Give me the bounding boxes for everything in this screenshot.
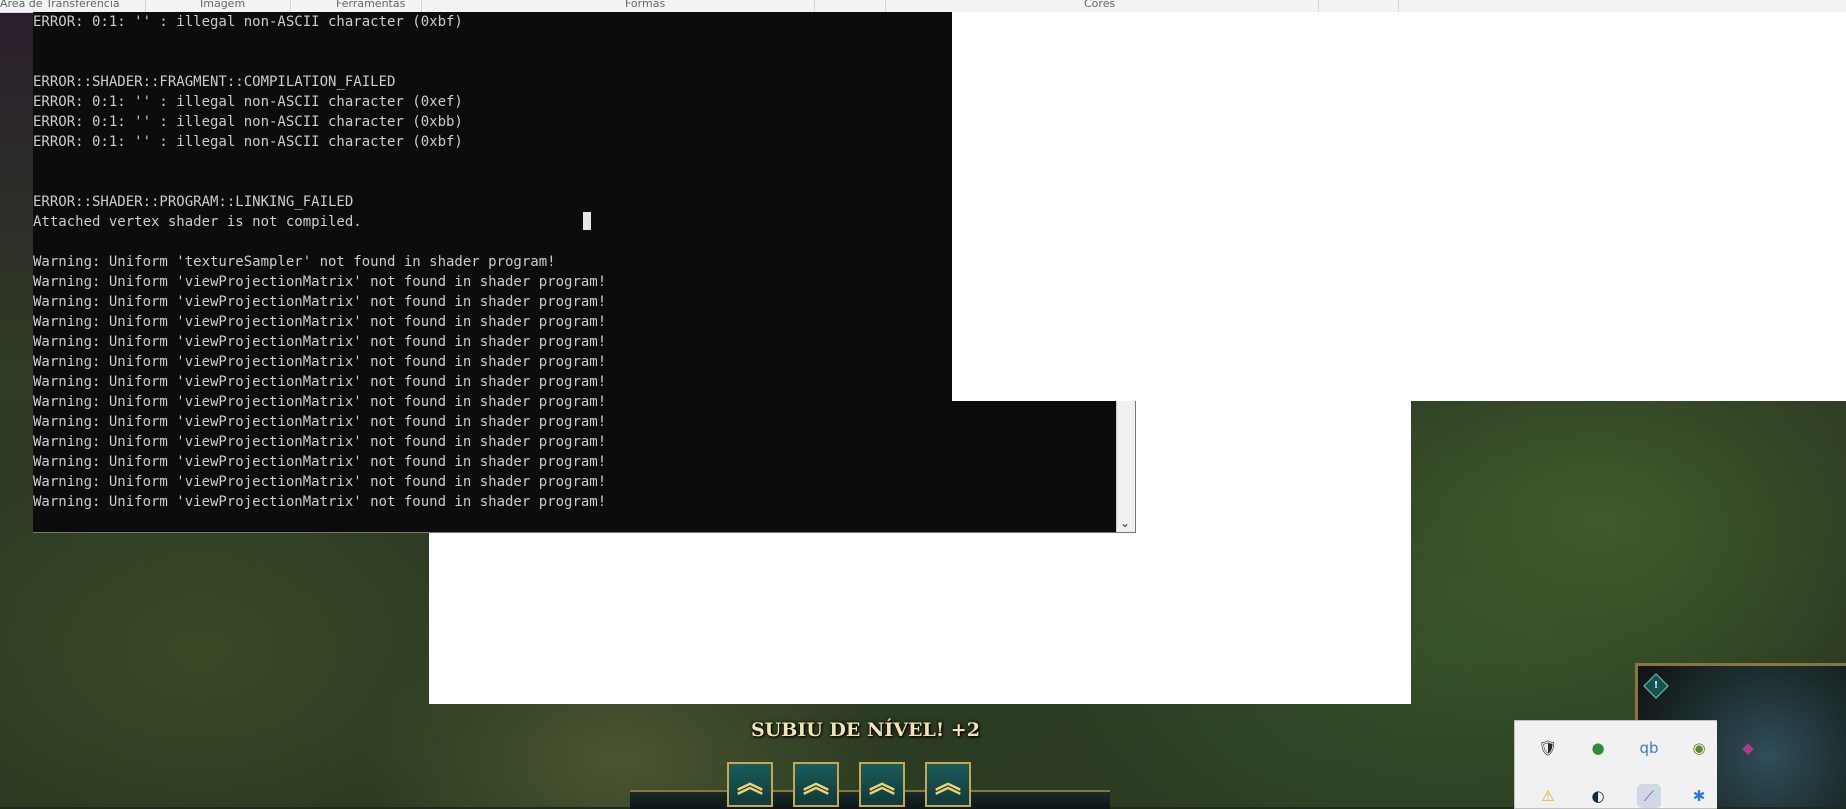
chevron-down-icon[interactable]: ⌄	[1120, 516, 1130, 530]
console-line: Warning: Uniform 'viewProjectionMatrix' …	[33, 474, 607, 490]
console-scrollbar[interactable]: ⌄	[1116, 401, 1135, 532]
ribbon-group-image[interactable]: Imagem	[200, 0, 245, 10]
up-chevron-icon: ︽	[934, 769, 961, 799]
level-up-ability-2-button[interactable]: ︽	[793, 762, 839, 807]
league-client-icon[interactable]: ◆	[1736, 736, 1760, 760]
ribbon-group-tools[interactable]: Ferramentas	[336, 0, 405, 10]
console-line: Warning: Uniform 'viewProjectionMatrix' …	[33, 294, 607, 310]
console-line: Warning: Uniform 'viewProjectionMatrix' …	[33, 334, 607, 350]
console-line: ERROR: 0:1: '' : illegal non-ASCII chara…	[33, 14, 463, 30]
console-line: Warning: Uniform 'viewProjectionMatrix' …	[33, 434, 607, 450]
bluetooth-icon[interactable]: ✱	[1687, 784, 1711, 808]
nvidia-icon[interactable]: ◉	[1687, 736, 1711, 760]
console-line: Warning: Uniform 'viewProjectionMatrix' …	[33, 494, 607, 510]
text-cursor	[583, 212, 591, 230]
paint-canvas[interactable]	[952, 12, 1846, 401]
console-output: ERROR: 0:1: '' : illegal non-ASCII chara…	[33, 12, 606, 512]
console-line: Warning: Uniform 'viewProjectionMatrix' …	[33, 354, 607, 370]
console-line: Warning: Uniform 'viewProjectionMatrix' …	[33, 274, 607, 290]
alert-icon[interactable]: !	[1643, 673, 1669, 699]
qbittorrent-icon[interactable]: qb	[1637, 736, 1661, 760]
console-line: ERROR: 0:1: '' : illegal non-ASCII chara…	[33, 114, 463, 130]
up-chevron-icon: ︽	[802, 769, 829, 799]
console-line: Attached vertex shader is not compiled.	[33, 214, 362, 230]
console-line: ERROR: 0:1: '' : illegal non-ASCII chara…	[33, 134, 463, 150]
console-line: Warning: Uniform 'viewProjectionMatrix' …	[33, 394, 607, 410]
ribbon-group-colors[interactable]: Cores	[1084, 0, 1115, 10]
feather-icon[interactable]: ⟋	[1637, 784, 1661, 808]
console-line: Warning: Uniform 'viewProjectionMatrix' …	[33, 314, 607, 330]
console-line: Warning: Uniform 'viewProjectionMatrix' …	[33, 454, 607, 470]
level-up-ability-4-button[interactable]: ︽	[925, 762, 971, 807]
up-chevron-icon: ︽	[736, 769, 763, 799]
console-line: Warning: Uniform 'viewProjectionMatrix' …	[33, 414, 607, 430]
console-line: Warning: Uniform 'viewProjectionMatrix' …	[33, 374, 607, 390]
system-tray-overflow: 🛡 ● qb ◉ ◆ ⚠ ◐ ⟋ ✱	[1514, 720, 1754, 809]
console-line: ERROR::SHADER::FRAGMENT::COMPILATION_FAI…	[33, 74, 396, 90]
console-line: ERROR: 0:1: '' : illegal non-ASCII chara…	[33, 94, 463, 110]
level-up-ability-1-button[interactable]: ︽	[727, 762, 773, 807]
level-up-ability-3-button[interactable]: ︽	[859, 762, 905, 807]
warning-icon[interactable]: ⚠	[1536, 784, 1560, 808]
ribbon-group-clipboard[interactable]: Área de Transferência	[0, 0, 120, 10]
up-chevron-icon: ︽	[868, 769, 895, 799]
console-line: ERROR::SHADER::PROGRAM::LINKING_FAILED	[33, 194, 354, 210]
windows-security-icon[interactable]: 🛡	[1536, 736, 1560, 760]
ribbon-group-shapes[interactable]: Formas	[625, 0, 665, 10]
xbox-icon[interactable]: ●	[1586, 736, 1610, 760]
steam-icon[interactable]: ◐	[1586, 784, 1610, 808]
console-line: Warning: Uniform 'textureSampler' not fo…	[33, 254, 556, 270]
level-up-banner: SUBIU DE NÍVEL! +2	[751, 719, 980, 741]
